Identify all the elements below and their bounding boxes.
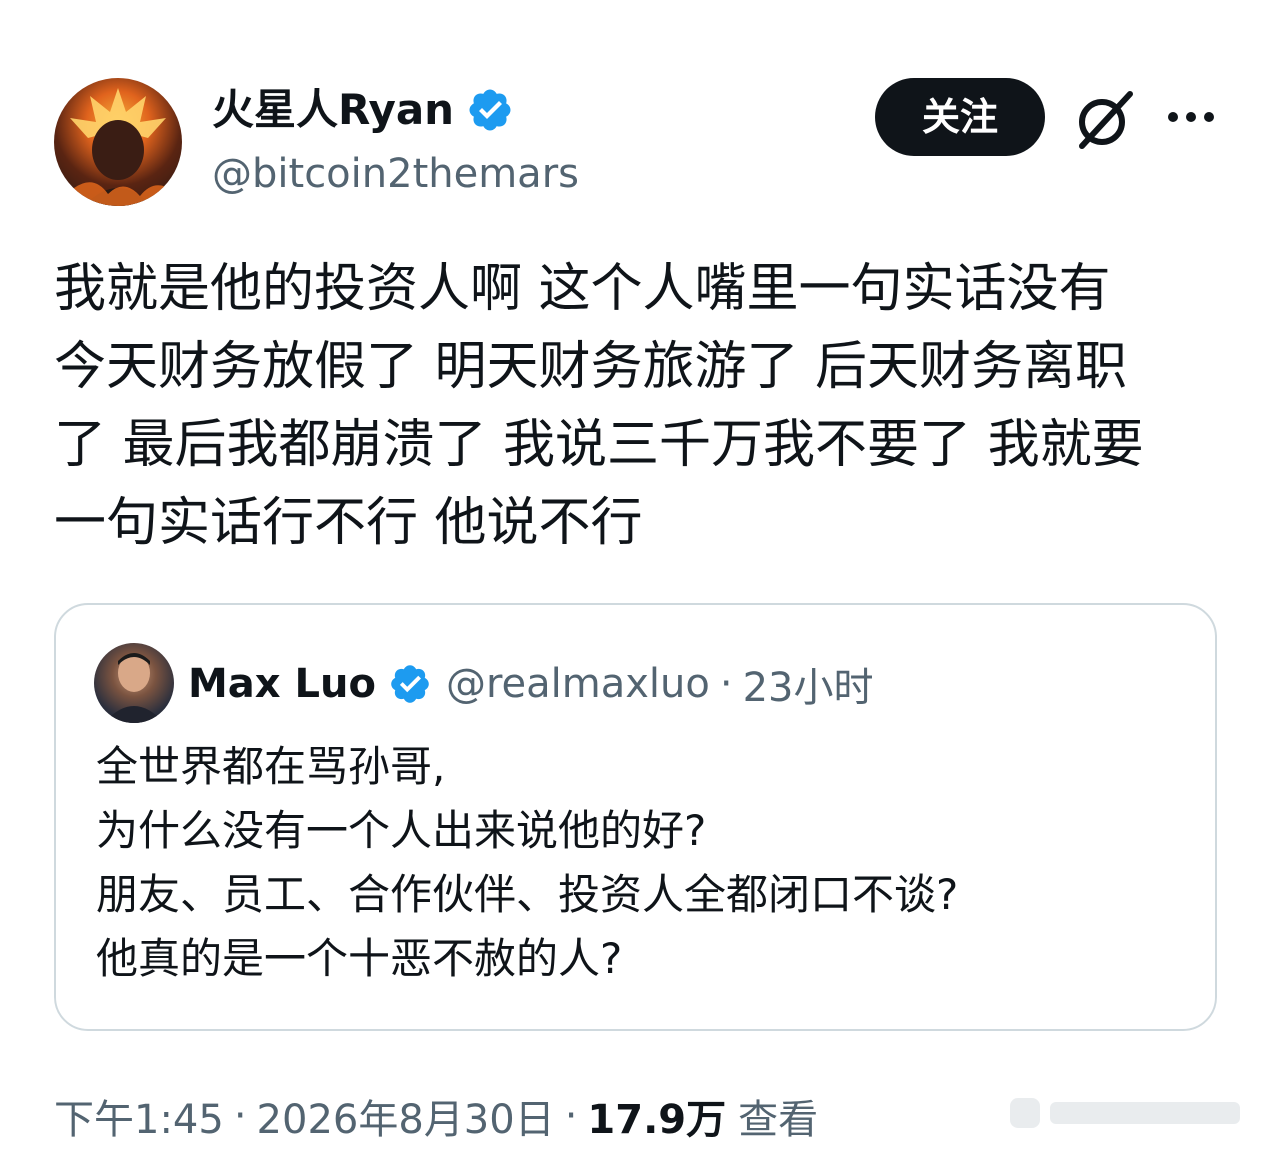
tweet-text: 我就是他的投资人啊 这个人嘴里一句实话没有 今天财务放假了 明天财务旅游了 后天…: [54, 250, 1224, 562]
quote-line: 为什么没有一个人出来说他的好?: [96, 806, 707, 855]
author-handle[interactable]: @bitcoin2themars: [212, 148, 579, 200]
verified-badge-icon: [391, 665, 429, 703]
author-name[interactable]: 火星人Ryan: [212, 80, 454, 140]
quote-author-name[interactable]: Max Luo: [188, 661, 376, 707]
quote-text: 全世界都在骂孙哥, 为什么没有一个人出来说他的好? 朋友、员工、合作伙伴、投资人…: [96, 735, 1176, 991]
quote-line: 全世界都在骂孙哥,: [96, 742, 446, 791]
post-date[interactable]: 2026年8月30日: [257, 1087, 555, 1145]
meta-separator: ·: [564, 1093, 578, 1139]
follow-button[interactable]: 关注: [875, 78, 1045, 156]
grok-icon[interactable]: [1072, 86, 1138, 152]
more-icon[interactable]: [1166, 108, 1216, 126]
post-time[interactable]: 下午1:45: [54, 1087, 224, 1145]
tweet-line: 今天财务放假了 明天财务旅游了 后天财务离职: [54, 337, 1128, 397]
tweet-line: 我就是他的投资人啊 这个人嘴里一句实话没有: [54, 259, 1111, 319]
avatar-image: [70, 88, 172, 206]
quote-author-handle[interactable]: @realmaxluo: [446, 661, 710, 707]
tweet-line: 了 最后我都崩溃了 我说三千万我不要了 我就要: [54, 415, 1144, 475]
tweet-meta: 下午1:45 · 2026年8月30日 · 17.9万 查看: [54, 1086, 818, 1146]
watermark-logo: [1010, 1098, 1240, 1128]
views-label: 查看: [738, 1097, 819, 1143]
verified-badge-icon: [469, 89, 511, 131]
quote-line: 他真的是一个十恶不赦的人?: [96, 934, 623, 983]
quote-timestamp[interactable]: 23小时: [743, 655, 874, 713]
quote-tweet-card[interactable]: Max Luo @realmaxluo · 23小时 全世界都在骂孙哥, 为什么…: [54, 603, 1217, 1031]
quote-avatar[interactable]: [94, 643, 174, 723]
meta-separator: ·: [233, 1093, 247, 1139]
quote-avatar-image: [104, 653, 164, 723]
views-count: 17.9万: [587, 1097, 727, 1143]
quote-line: 朋友、员工、合作伙伴、投资人全都闭口不谈?: [96, 870, 959, 919]
quote-header: Max Luo @realmaxluo · 23小时: [188, 653, 873, 715]
author-name-row[interactable]: 火星人Ryan: [212, 80, 514, 140]
quote-separator: ·: [719, 661, 733, 707]
author-avatar[interactable]: [54, 78, 182, 206]
tweet-line: 一句实话行不行 他说不行: [54, 493, 643, 553]
